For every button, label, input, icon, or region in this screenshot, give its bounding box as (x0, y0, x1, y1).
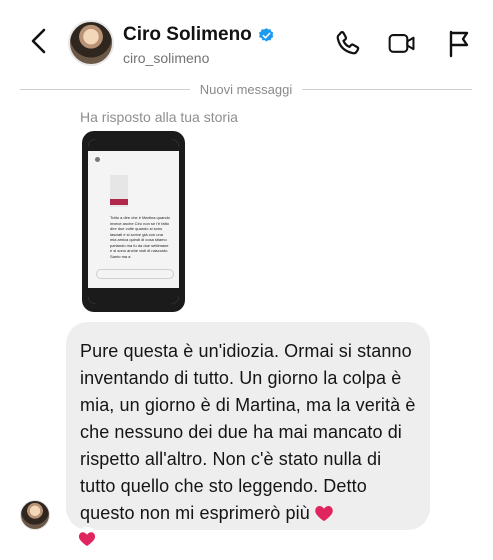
story-image-band (110, 199, 128, 205)
story-message-input (96, 269, 174, 279)
story-screen: Tutto a dire che è Martina quando invece… (88, 139, 179, 304)
contact-name-row[interactable]: Ciro Solimeno (123, 24, 275, 46)
sender-avatar[interactable] (20, 500, 50, 530)
avatar[interactable] (68, 20, 114, 66)
flag-icon[interactable] (444, 28, 474, 58)
message-text: Pure questa è un'idiozia. Ormai si stann… (80, 338, 416, 527)
verified-badge-icon (258, 27, 274, 42)
story-reply-label: Ha risposto alla tua storia (80, 109, 238, 125)
story-avatar (95, 157, 100, 162)
new-messages-label: Nuovi messaggi (199, 81, 293, 97)
story-text: Tutto a dire che è Martina quando invece… (110, 215, 170, 259)
phone-icon[interactable] (333, 28, 363, 58)
message-bubble[interactable]: Pure questa è un'idiozia. Ormai si stann… (66, 322, 430, 530)
video-camera-icon[interactable] (387, 28, 417, 58)
message-body: Pure questa è un'idiozia. Ormai si stann… (80, 341, 416, 523)
story-status-bar (88, 139, 179, 151)
chat-header: Ciro Solimeno ciro_solimeno (0, 0, 493, 68)
divider-line (302, 88, 472, 90)
back-arrow-icon[interactable] (26, 26, 52, 56)
new-messages-divider: Nuovi messaggi (20, 80, 472, 98)
contact-handle: ciro_solimeno (123, 50, 210, 66)
story-thumbnail[interactable]: Tutto a dire che è Martina quando invece… (82, 131, 185, 312)
story-bottom-bar (88, 288, 179, 304)
heart-emoji-icon (315, 506, 333, 522)
contact-name: Ciro Solimeno (123, 24, 252, 45)
heart-reaction-icon[interactable] (74, 527, 100, 551)
divider-line (20, 88, 190, 90)
